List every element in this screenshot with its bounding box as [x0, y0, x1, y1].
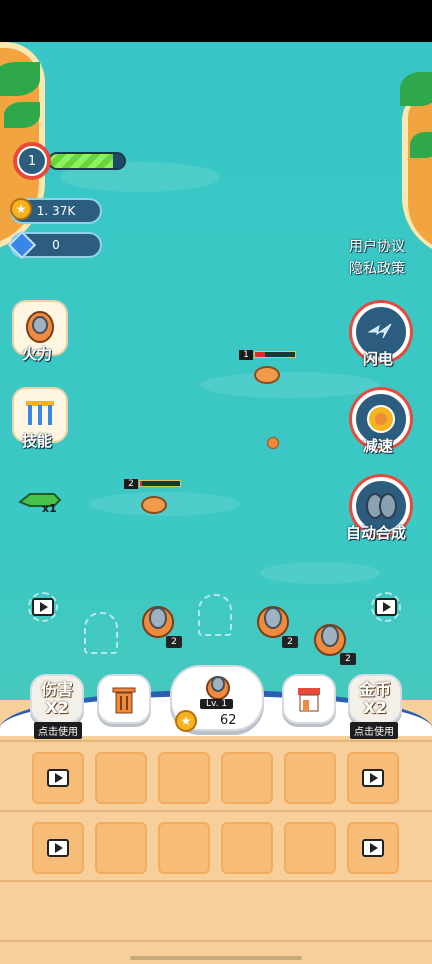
cannon-level-badge: 2	[166, 636, 182, 648]
video-icon	[375, 598, 397, 616]
grid-cell-video[interactable]	[347, 752, 399, 804]
grid-cell-video[interactable]	[347, 822, 399, 874]
privacy-policy-link[interactable]: 隐私政策	[349, 258, 405, 278]
video-slot-right[interactable]	[371, 592, 401, 622]
cannonball	[267, 437, 279, 449]
shop-button[interactable]	[282, 674, 336, 724]
grid-cell[interactable]	[284, 752, 336, 804]
grid-cell[interactable]	[221, 752, 273, 804]
home-indicator	[130, 956, 302, 960]
status-bar	[0, 0, 432, 42]
grid-cell[interactable]	[221, 822, 273, 874]
enemy-boat[interactable]	[141, 496, 167, 514]
enemy-hp-fill	[255, 352, 265, 357]
slowdown-label: 减速	[363, 437, 394, 455]
skill-icon	[26, 401, 54, 425]
cannon-level-badge: 2	[282, 636, 298, 648]
cannon-unit[interactable]	[313, 618, 347, 658]
video-icon	[47, 769, 69, 787]
trash-icon	[112, 687, 136, 714]
video-icon	[362, 839, 384, 857]
grid-cell-video[interactable]	[32, 752, 84, 804]
coin-icon: ★	[175, 710, 197, 732]
xp-fill	[50, 154, 113, 168]
video-slot-left[interactable]	[28, 592, 58, 622]
gold-multiplier: X2	[363, 698, 387, 717]
cannon-icon	[206, 676, 230, 700]
snail-icon	[367, 405, 395, 433]
fish-bonus-count: x1	[42, 502, 57, 515]
firepower-label: 火力	[22, 345, 53, 363]
enemy-hp-bar	[254, 351, 296, 358]
grid-cell[interactable]	[284, 822, 336, 874]
gem-amount: 0	[52, 238, 60, 252]
video-icon	[32, 598, 54, 616]
enemy-level-tag: 2	[124, 479, 138, 489]
enemy-boat[interactable]	[254, 366, 280, 384]
enemy-hp-fill	[140, 481, 142, 486]
xp-bar	[48, 152, 126, 170]
level-badge: 1	[13, 142, 51, 180]
damage-use-tag: 点击使用	[34, 722, 82, 739]
lightning-label: 闪电	[363, 350, 394, 368]
buy-level: Lv. 1	[200, 699, 234, 709]
skill-label: 技能	[22, 432, 53, 450]
cannon-unit[interactable]	[256, 600, 290, 640]
coin-amount: 1. 37K	[36, 204, 76, 218]
video-icon	[47, 839, 69, 857]
grid-cell[interactable]	[158, 822, 210, 874]
user-agreement-link[interactable]: 用户协议	[349, 236, 405, 256]
lightning-icon	[367, 323, 392, 339]
cannon-icon	[26, 311, 54, 343]
gold-x2-button[interactable]: 金币 X2	[348, 674, 402, 724]
empty-cannon-slot[interactable]	[84, 612, 118, 654]
auto-merge-label: 自动合成	[346, 524, 407, 542]
shop-icon	[298, 688, 320, 712]
right-island	[402, 87, 432, 257]
gold-use-tag: 点击使用	[350, 722, 398, 739]
video-icon	[362, 769, 384, 787]
double-cannon-icon	[366, 493, 397, 519]
grid-cell[interactable]	[158, 752, 210, 804]
grid-cell[interactable]	[95, 752, 147, 804]
grid-cell-video[interactable]	[32, 822, 84, 874]
enemy-level-tag: 1	[239, 350, 253, 360]
damage-multiplier: X2	[45, 698, 69, 717]
level-number: 1	[19, 148, 45, 174]
damage-label: 伤害	[40, 680, 73, 699]
trash-button[interactable]	[97, 674, 151, 724]
empty-cannon-slot[interactable]	[198, 594, 232, 636]
damage-x2-button[interactable]: 伤害 X2	[30, 674, 84, 724]
cannon-level-badge: 2	[340, 653, 356, 665]
enemy-hp-bar	[139, 480, 181, 487]
buy-cost: 62	[220, 713, 237, 728]
coin-icon: ★	[10, 198, 32, 220]
cannon-unit[interactable]	[141, 600, 175, 640]
gold-label: 金币	[358, 680, 391, 699]
grid-cell[interactable]	[95, 822, 147, 874]
